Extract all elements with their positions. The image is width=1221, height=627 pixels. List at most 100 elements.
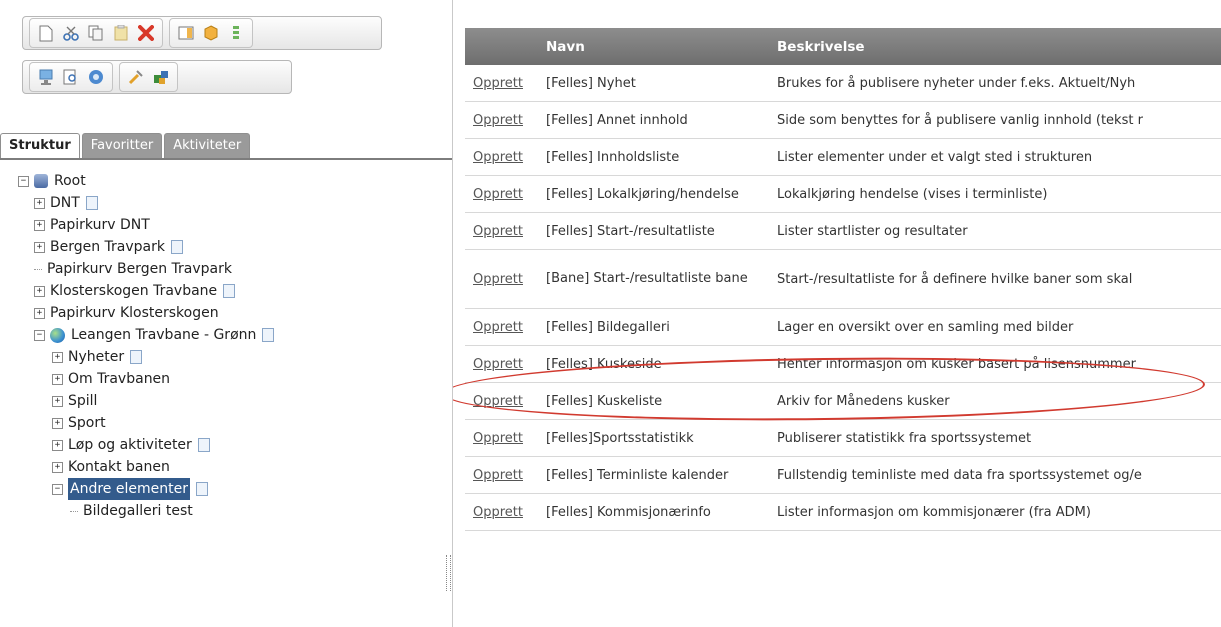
tree-node[interactable]: + Bergen Travpark xyxy=(18,236,438,258)
page-type-name: [Felles] Kommisjonærinfo xyxy=(538,493,769,531)
tree-node[interactable]: Bildegalleri test xyxy=(18,500,438,522)
create-cell: Opprett xyxy=(465,249,538,309)
search-doc-icon[interactable] xyxy=(63,68,79,86)
edit-toolbar-group xyxy=(29,18,163,48)
collapse-icon[interactable]: − xyxy=(52,483,63,495)
expand-icon[interactable]: + xyxy=(34,219,45,231)
column-header-beskrivelse[interactable]: Beskrivelse xyxy=(769,28,1221,65)
create-link[interactable]: Opprett xyxy=(473,187,523,202)
tree-node[interactable]: + Om Travbanen xyxy=(18,368,438,390)
page-icon xyxy=(130,350,143,364)
expand-icon[interactable]: + xyxy=(34,197,45,209)
tree-node-label: Klosterskogen Travbane xyxy=(50,283,218,299)
view-toolbar-group xyxy=(169,18,253,48)
tree-node-label: Papirkurv Bergen Travpark xyxy=(47,261,232,277)
new-page-icon[interactable] xyxy=(38,24,54,42)
expand-icon[interactable]: + xyxy=(34,241,45,253)
expand-icon[interactable]: + xyxy=(34,307,45,319)
create-cell: Opprett xyxy=(465,419,538,457)
tree-node[interactable]: + Kontakt banen xyxy=(18,456,438,478)
tree-node-label: Sport xyxy=(68,415,106,431)
table-header-row: Navn Beskrivelse xyxy=(465,28,1221,65)
create-link[interactable]: Opprett xyxy=(473,468,523,483)
preview-icon[interactable] xyxy=(38,68,54,86)
create-link[interactable]: Opprett xyxy=(473,431,523,446)
globe-icon xyxy=(50,327,65,343)
expand-icon[interactable]: + xyxy=(52,417,63,429)
create-link[interactable]: Opprett xyxy=(473,505,523,520)
tree-node[interactable]: Papirkurv Bergen Travpark xyxy=(18,258,438,280)
tree-node-selected[interactable]: − Andre elementer xyxy=(18,478,438,500)
tree-node-label: Bildegalleri test xyxy=(83,503,193,519)
panel-splitter-handle[interactable] xyxy=(446,555,451,591)
tab-favoritter[interactable]: Favoritter xyxy=(81,133,163,158)
create-cell: Opprett xyxy=(465,212,538,250)
page-type-name: [Felles] Innholdsliste xyxy=(538,138,769,176)
create-link[interactable]: Opprett xyxy=(473,113,523,128)
page-icon xyxy=(171,240,183,254)
page-type-description: Lister startlister og resultater xyxy=(769,212,1221,250)
page-type-description: Lager en oversikt over en samling med bi… xyxy=(769,308,1221,346)
collapse-icon[interactable]: − xyxy=(34,329,45,341)
panel-tabs: Struktur Favoritter Aktiviteter xyxy=(0,132,452,160)
create-link[interactable]: Opprett xyxy=(473,394,523,409)
page-type-description: Lister elementer under et valgt sted i s… xyxy=(769,138,1221,176)
expand-icon[interactable]: + xyxy=(52,461,63,473)
page-icon xyxy=(223,284,236,298)
tree-node-label: Papirkurv Klosterskogen xyxy=(50,305,219,321)
page-type-description: Arkiv for Månedens kusker xyxy=(769,382,1221,420)
tree-node-label: Spill xyxy=(68,393,98,409)
tab-aktiviteter[interactable]: Aktiviteter xyxy=(164,133,251,158)
paste-icon[interactable] xyxy=(113,24,129,42)
page-type-description: Lister informasjon om kommisjonærer (fra… xyxy=(769,493,1221,531)
expand-icon[interactable]: + xyxy=(52,373,63,385)
expand-icon[interactable]: + xyxy=(52,439,63,451)
tree-node[interactable]: + Sport xyxy=(18,412,438,434)
cut-icon[interactable] xyxy=(63,24,79,42)
expand-icon[interactable]: + xyxy=(52,351,63,363)
page-icon xyxy=(85,196,98,210)
tree-node[interactable]: + Papirkurv DNT xyxy=(18,214,438,236)
tools-icon[interactable] xyxy=(128,68,144,86)
create-link[interactable]: Opprett xyxy=(473,224,523,239)
create-cell: Opprett xyxy=(465,456,538,494)
page-icon xyxy=(195,482,208,496)
tree-node-label: Løp og aktiviteter xyxy=(68,437,192,453)
page-type-name: [Felles] Kuskeliste xyxy=(538,382,769,420)
tree-node[interactable]: + Spill xyxy=(18,390,438,412)
tab-struktur[interactable]: Struktur xyxy=(0,133,80,158)
tree-node[interactable]: − Leangen Travbane - Grønn xyxy=(18,324,438,346)
module-icon[interactable] xyxy=(203,24,219,42)
tree-node-label: Kontakt banen xyxy=(68,459,170,475)
expand-icon[interactable]: + xyxy=(34,285,45,297)
publish-icon[interactable] xyxy=(153,68,169,86)
create-link[interactable]: Opprett xyxy=(473,357,523,372)
create-cell: Opprett xyxy=(465,308,538,346)
create-link[interactable]: Opprett xyxy=(473,320,523,335)
create-cell: Opprett xyxy=(465,65,538,102)
copy-icon[interactable] xyxy=(88,24,104,42)
table-row: Opprett [Felles] Kommisjonærinfo Lister in… xyxy=(465,493,1221,531)
help-icon[interactable] xyxy=(88,68,104,86)
tree-node[interactable]: + Papirkurv Klosterskogen xyxy=(18,302,438,324)
panel-icon[interactable] xyxy=(178,24,194,42)
tree-node[interactable]: + Nyheter xyxy=(18,346,438,368)
column-header-navn[interactable]: Navn xyxy=(538,28,769,65)
create-link[interactable]: Opprett xyxy=(473,150,523,165)
table-row: Opprett [Felles] Kuskeside Henter informas… xyxy=(465,345,1221,383)
tree-node[interactable]: + Løp og aktiviteter xyxy=(18,434,438,456)
tree-node-label: DNT xyxy=(50,195,80,211)
page-type-description: Publiserer statistikk fra sportssystemet xyxy=(769,419,1221,457)
tree-node-root[interactable]: − Root xyxy=(18,170,438,192)
table-row: Opprett [Felles] Innholdsliste Lister elem… xyxy=(465,138,1221,176)
create-link[interactable]: Opprett xyxy=(473,272,523,287)
table-row: Opprett [Felles] Nyhet Brukes for å publis… xyxy=(465,65,1221,102)
delete-icon[interactable] xyxy=(138,24,154,42)
page-type-name: [Bane] Start-/resultatliste bane xyxy=(538,249,769,309)
tree-node[interactable]: + DNT xyxy=(18,192,438,214)
create-link[interactable]: Opprett xyxy=(473,76,523,91)
properties-icon[interactable] xyxy=(228,24,244,42)
expand-icon[interactable]: + xyxy=(52,395,63,407)
collapse-icon[interactable]: − xyxy=(18,175,29,187)
tree-node[interactable]: + Klosterskogen Travbane xyxy=(18,280,438,302)
